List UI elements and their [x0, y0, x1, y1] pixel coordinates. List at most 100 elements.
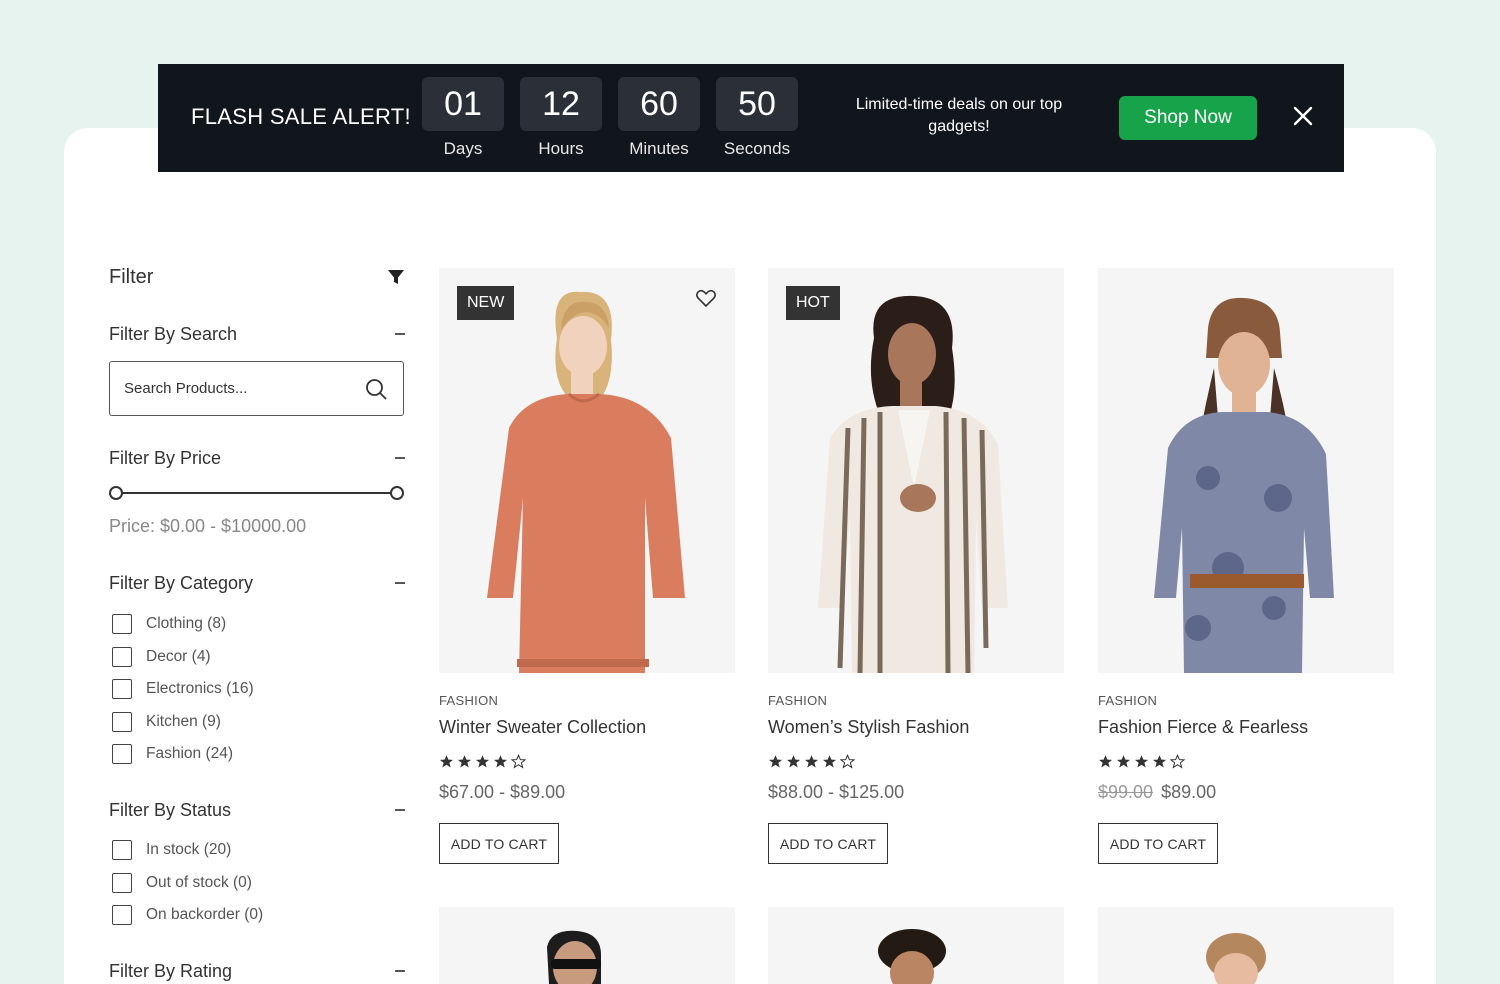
star-empty-icon — [1170, 753, 1185, 769]
collapse-icon[interactable] — [395, 457, 405, 459]
filter-header: Filter — [109, 262, 405, 292]
close-icon[interactable] — [1291, 105, 1315, 129]
product-price-value: $88.00 - $125.00 — [768, 782, 905, 802]
product-category: FASHION — [1098, 693, 1158, 708]
category-list: Clothing (8) Decor (4) Electronics (16) … — [112, 608, 254, 771]
filter-by-category-header[interactable]: Filter By Category — [109, 571, 405, 595]
countdown-hours-label: Hours — [538, 139, 584, 158]
product-name[interactable]: Fashion Fierce & Fearless — [1098, 717, 1394, 738]
filter-title: Filter — [109, 265, 154, 288]
status-item[interactable]: In stock (20) — [112, 834, 263, 867]
add-to-cart-button[interactable]: ADD TO CART — [439, 823, 559, 864]
countdown-minutes-label: Minutes — [629, 139, 689, 158]
star-empty-icon — [840, 753, 855, 769]
countdown-days: 01 Days — [422, 77, 504, 159]
price-range-text: Price: $0.00 - $10000.00 — [109, 516, 307, 536]
checkbox[interactable] — [112, 905, 132, 926]
filter-by-search-header[interactable]: Filter By Search — [109, 322, 405, 346]
curly-hair-model-image — [878, 929, 946, 984]
checkbox[interactable] — [112, 614, 132, 635]
category-item[interactable]: Electronics (16) — [112, 673, 254, 706]
product-image[interactable]: NEW — [439, 268, 735, 673]
product-price: $67.00 - $89.00 — [439, 782, 735, 803]
price-slider-min-handle[interactable] — [109, 486, 123, 500]
checkbox[interactable] — [112, 872, 132, 893]
category-item[interactable]: Clothing (8) — [112, 608, 254, 641]
collapse-icon[interactable] — [395, 809, 405, 811]
checkbox[interactable] — [112, 840, 132, 861]
countdown-days-label: Days — [443, 139, 483, 158]
product-image[interactable] — [1098, 268, 1394, 673]
star-filled-icon — [1152, 754, 1167, 767]
product-image[interactable]: HOT — [768, 268, 1064, 673]
add-to-cart-button[interactable]: ADD TO CART — [768, 823, 888, 864]
status-item[interactable]: Out of stock (0) — [112, 867, 263, 900]
category-label: Electronics (16) — [146, 680, 254, 698]
search-input[interactable] — [124, 380, 354, 397]
status-item[interactable]: On backorder (0) — [112, 899, 263, 932]
filter-by-status-header[interactable]: Filter By Status — [109, 798, 405, 822]
category-label: Kitchen (9) — [146, 712, 221, 730]
star-filled-icon — [768, 754, 783, 767]
product-card[interactable]: HOT FASHION Women’s Stylish Fashion $88.… — [768, 268, 1064, 864]
product-price-value: $67.00 - $89.00 — [439, 782, 566, 802]
collapse-icon[interactable] — [395, 970, 405, 972]
star-filled-icon — [493, 754, 508, 767]
product-image[interactable] — [1098, 907, 1394, 984]
product-price: $99.00 $89.00 — [1098, 782, 1394, 803]
filter-by-price-header[interactable]: Filter By Price — [109, 446, 405, 470]
product-badge: HOT — [786, 286, 840, 320]
heart-icon[interactable] — [695, 287, 717, 309]
category-label: Decor (4) — [146, 647, 211, 665]
countdown-seconds-label: Seconds — [723, 139, 791, 158]
product-card[interactable]: NEW FASHION Winter Sweater Collection $6… — [439, 268, 735, 864]
category-item[interactable]: Fashion (24) — [112, 738, 254, 771]
star-empty-icon — [511, 753, 526, 769]
category-item[interactable]: Kitchen (9) — [112, 706, 254, 739]
product-card[interactable]: FASHION Fashion Fierce & Fearless $99.00… — [1098, 268, 1394, 864]
filter-by-price-title: Filter By Price — [109, 447, 222, 468]
filter-by-category-title: Filter By Category — [109, 572, 254, 593]
countdown-minutes: 60 Minutes — [618, 77, 700, 159]
countdown-days-value: 01 — [422, 77, 504, 131]
add-to-cart-button[interactable]: ADD TO CART — [1098, 823, 1218, 864]
product-category: FASHION — [439, 693, 499, 708]
collapse-icon[interactable] — [395, 582, 405, 584]
category-label: Clothing (8) — [146, 615, 227, 633]
checkbox[interactable] — [112, 711, 132, 732]
shop-now-button[interactable]: Shop Now — [1119, 96, 1257, 140]
filter-by-rating-header[interactable]: Filter By Rating — [109, 959, 405, 983]
product-rating — [768, 753, 1064, 769]
countdown-hours: 12 Hours — [520, 77, 602, 159]
status-label: In stock (20) — [146, 841, 232, 859]
price-slider-track — [115, 492, 398, 494]
star-filled-icon — [1134, 754, 1149, 767]
sunglasses-model-image — [547, 930, 601, 984]
category-label: Fashion (24) — [146, 745, 234, 763]
product-rating — [1098, 753, 1394, 769]
filter-by-status-title: Filter By Status — [109, 799, 232, 820]
price-slider-max-handle[interactable] — [390, 486, 404, 500]
search-icon[interactable] — [365, 378, 387, 400]
product-name[interactable]: Women’s Stylish Fashion — [768, 717, 1064, 738]
status-label: Out of stock (0) — [146, 873, 252, 891]
product-price-value: $89.00 — [1161, 782, 1217, 802]
star-filled-icon — [1116, 754, 1131, 767]
sweater-model-image — [487, 291, 685, 673]
checkbox[interactable] — [112, 646, 132, 667]
checkbox[interactable] — [112, 744, 132, 765]
filter-by-rating-title: Filter By Rating — [109, 960, 233, 981]
category-item[interactable]: Decor (4) — [112, 641, 254, 674]
blonde-model-image — [1206, 933, 1266, 984]
collapse-icon[interactable] — [395, 333, 405, 335]
product-image[interactable] — [439, 907, 735, 984]
star-filled-icon — [786, 754, 801, 767]
checkbox[interactable] — [112, 679, 132, 700]
product-image[interactable] — [768, 907, 1064, 984]
price-slider[interactable] — [109, 486, 404, 500]
product-name[interactable]: Winter Sweater Collection — [439, 717, 735, 738]
product-price: $88.00 - $125.00 — [768, 782, 1064, 803]
countdown-seconds: 50 Seconds — [716, 77, 798, 159]
banner-title: FLASH SALE ALERT! — [191, 104, 411, 129]
funnel-icon[interactable] — [387, 268, 405, 286]
